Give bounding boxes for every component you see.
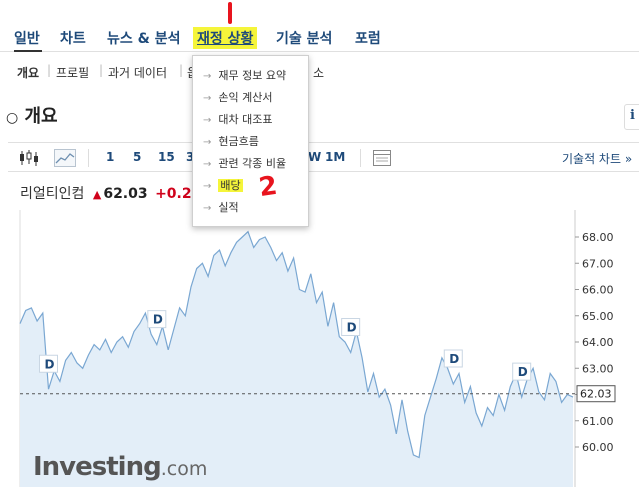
chart-toolbar: 1 5 15 3 W 1M 기술적 차트 » — [8, 142, 639, 172]
y-axis-tick-label: 66.00 — [582, 284, 614, 297]
arrow-icon: → — [203, 93, 212, 104]
dropdown-item-financial-summary[interactable]: → 재무 정보 요약 — [203, 67, 286, 83]
arrow-icon: → — [203, 137, 212, 148]
price-change: +0.2 — [155, 186, 192, 202]
y-axis-tick-label: 60.00 — [582, 441, 614, 454]
arrow-icon: → — [203, 159, 212, 170]
y-axis-tick-label: 67.00 — [582, 257, 614, 270]
toolbar-separator — [88, 149, 89, 167]
section-title: ○ 개요 — [6, 106, 58, 127]
current-price-label: 62.03 — [580, 388, 612, 401]
subnav-overview[interactable]: 개요 — [17, 64, 39, 81]
sub-nav: 개요 | 프로필 | 과거 데이터 | 옵 소 — [0, 58, 639, 86]
range-15[interactable]: 15 — [158, 150, 175, 164]
table-view-icon[interactable] — [371, 148, 393, 168]
dropdown-item-ratios[interactable]: → 관련 각종 비율 — [203, 155, 286, 171]
subnav-separator: | — [47, 63, 52, 77]
price-chart[interactable]: 68.0067.0066.0065.0064.0063.0062.0061.00… — [0, 205, 639, 487]
arrow-icon: → — [203, 203, 212, 214]
dividend-marker[interactable]: D — [39, 354, 59, 373]
range-w[interactable]: W — [308, 150, 321, 164]
top-nav: 일반 차트 뉴스 & 분석 재정 상황 기술 분석 포럼 — [0, 0, 639, 52]
subnav-historical-data[interactable]: 과거 데이터 — [108, 64, 167, 81]
subnav-item-partial[interactable]: 소 — [313, 64, 324, 81]
red-annotation-mark — [228, 2, 232, 24]
financials-dropdown-menu: → 재무 정보 요약 → 손익 계산서 → 대차 대조표 → 현금흐름 → 관련 각종 비… — [192, 55, 309, 227]
dropdown-item-earnings[interactable]: → 실적 — [203, 199, 239, 215]
info-button[interactable]: i — [624, 104, 639, 130]
ticker-summary: 리얼티인컴 ▲ 62.03 +0.2 — [20, 183, 192, 203]
subnav-separator: | — [99, 63, 104, 77]
subnav-separator: | — [179, 63, 184, 77]
dividend-marker[interactable]: D — [341, 318, 361, 336]
price-area-fill — [20, 231, 573, 487]
nav-financials[interactable]: 재정 상황 — [193, 27, 258, 49]
nav-general[interactable]: 일반 — [14, 28, 40, 48]
dividend-marker-label: D — [347, 321, 357, 335]
dividend-marker[interactable]: D — [512, 362, 532, 381]
nav-chart[interactable]: 차트 — [60, 28, 86, 48]
nav-technical[interactable]: 기술 분석 — [276, 28, 332, 48]
range-1m[interactable]: 1M — [325, 150, 345, 164]
subnav-profile[interactable]: 프로필 — [56, 64, 89, 81]
arrow-icon: → — [203, 71, 212, 82]
dividend-marker-label: D — [45, 357, 55, 371]
nav-news-analysis[interactable]: 뉴스 & 분석 — [107, 28, 180, 48]
y-axis-tick-label: 63.00 — [582, 362, 614, 375]
y-axis-tick-label: 61.00 — [582, 415, 614, 428]
dropdown-item-cash-flow[interactable]: → 현금흐름 — [203, 133, 259, 149]
y-axis-tick-label: 65.00 — [582, 310, 614, 323]
dividend-marker-label: D — [518, 365, 528, 379]
investing-logo: Investing.com — [33, 452, 208, 482]
up-arrow-icon: ▲ — [92, 188, 102, 201]
active-tab-underline — [14, 50, 42, 52]
instrument-name: 리얼티인컴 — [20, 186, 85, 202]
area-chart-icon[interactable] — [54, 148, 76, 168]
arrow-icon: → — [203, 115, 212, 126]
nav-forum[interactable]: 포럼 — [355, 28, 381, 48]
dividend-marker[interactable]: D — [443, 349, 463, 368]
arrow-icon: → — [203, 181, 212, 192]
range-5[interactable]: 5 — [133, 150, 141, 164]
technical-chart-link[interactable]: 기술적 차트 » — [562, 150, 632, 167]
dividend-marker-label: D — [153, 313, 163, 327]
range-1[interactable]: 1 — [106, 150, 114, 164]
dividend-marker-label: D — [449, 352, 459, 366]
page: { "topnav": { "items": ["일반", "차트", "뉴스 … — [0, 0, 639, 487]
toolbar-separator — [360, 149, 361, 167]
dropdown-item-balance-sheet[interactable]: → 대차 대조표 — [203, 111, 273, 127]
dropdown-item-dividends[interactable]: → 배당 — [203, 177, 243, 193]
candlestick-icon[interactable] — [18, 148, 40, 168]
dropdown-item-income-statement[interactable]: → 손익 계산서 — [203, 89, 273, 105]
last-price: 62.03 — [103, 186, 148, 202]
y-axis-tick-label: 64.00 — [582, 336, 614, 349]
y-axis-tick-label: 68.00 — [582, 231, 614, 244]
dividend-marker[interactable]: D — [147, 310, 167, 329]
circle-icon: ○ — [6, 110, 19, 126]
